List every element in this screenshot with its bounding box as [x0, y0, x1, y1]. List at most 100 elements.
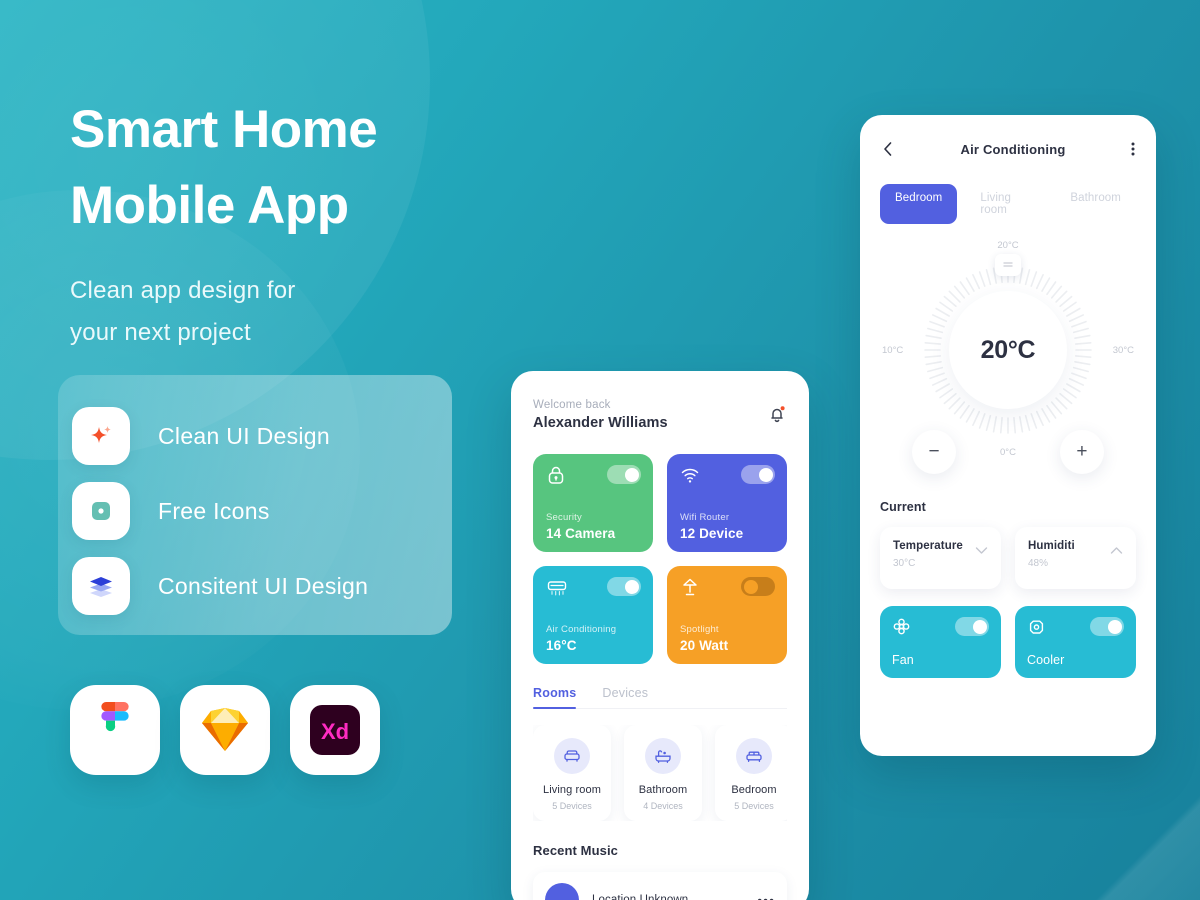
hero-subtitle-line-1: Clean app design for [70, 277, 296, 304]
current-card-humidity[interactable]: Humiditi 48% [1015, 527, 1136, 589]
device-card-security[interactable]: Security 14 Camera [533, 454, 653, 552]
appliance-toggle-fan[interactable] [955, 617, 989, 636]
adobe-xd-badge[interactable]: Xd [290, 685, 380, 775]
room-card-bathroom[interactable]: Bathroom 4 Devices [624, 725, 702, 821]
dial-label-zero: 0°C [1000, 446, 1016, 458]
user-name: Alexander Williams [533, 415, 668, 431]
page-title-line-1: Smart Home [70, 100, 378, 159]
temperature-increase-button[interactable]: + [1059, 430, 1104, 474]
lamp-icon [683, 578, 697, 596]
poster-canvas: Smart Home Mobile App Clean app design f… [0, 0, 1200, 900]
dial-center: 20°C [949, 291, 1067, 409]
square-dot-icon [72, 482, 130, 540]
room-name: Bedroom [731, 783, 777, 796]
room-card-living-room[interactable]: Living room 5 Devices [533, 725, 611, 821]
device-name: Air Conditioning [546, 624, 617, 635]
back-button[interactable] [880, 140, 896, 158]
tab-rooms[interactable]: Rooms [533, 686, 577, 709]
device-value: 14 Camera [546, 526, 616, 541]
appliance-card-fan[interactable]: Fan [880, 606, 1001, 678]
drag-handle-icon[interactable] [995, 254, 1021, 276]
device-card-spotlight[interactable]: Spotlight 20 Watt [667, 566, 787, 664]
home-tabs: Rooms Devices [533, 686, 787, 709]
design-tool-badges: Xd [70, 685, 380, 775]
sketch-badge[interactable] [180, 685, 270, 775]
phone-air-conditioning-screen: Air Conditioning Bedroom Living room Bat… [860, 115, 1156, 756]
room-device-count: 5 Devices [734, 800, 774, 811]
cooler-icon [1029, 620, 1044, 634]
reading-value: 30°C [893, 558, 916, 569]
appliance-name: Cooler [1027, 653, 1065, 667]
lock-icon [548, 466, 564, 484]
appliance-grid: Fan Cooler [880, 606, 1136, 678]
room-device-count: 5 Devices [552, 800, 592, 811]
overflow-menu-button[interactable] [1130, 140, 1136, 158]
chevron-up-icon[interactable] [1110, 546, 1123, 555]
hero-section: Smart Home Mobile App Clean app design f… [70, 92, 490, 354]
feature-item-free-icons: Free Icons [72, 480, 452, 542]
temperature-decrease-button[interactable]: − [912, 430, 956, 474]
sketch-logo-icon [202, 708, 248, 751]
dial-temperature-value: 20°C [980, 335, 1036, 364]
temperature-dial[interactable]: 20°C [920, 254, 1096, 438]
device-toggle-security[interactable] [607, 465, 641, 484]
room-chip-bathroom[interactable]: Bathroom [1055, 184, 1136, 224]
adobe-xd-logo-icon: Xd [310, 705, 360, 755]
dial-label-high: 30°C [1112, 345, 1134, 356]
layers-icon [72, 557, 130, 615]
room-card-bedroom[interactable]: Bedroom 5 Devices [715, 725, 787, 821]
temperature-stepper: − 0°C + [880, 430, 1136, 474]
music-list-item[interactable]: Location Unknown ••• [533, 872, 787, 900]
feature-item-label: Clean UI Design [158, 422, 330, 449]
current-card-temperature[interactable]: Temperature 30°C [880, 527, 1001, 589]
chevron-down-icon[interactable] [975, 546, 988, 555]
device-card-grid: Security 14 Camera Wifi Router 12 Device… [533, 454, 787, 664]
welcome-label: Welcome back [533, 399, 611, 411]
rooms-carousel[interactable]: Living room 5 Devices Bathroom 4 Devices [533, 725, 787, 821]
wifi-icon [681, 468, 699, 483]
background-corner-accent [1090, 790, 1200, 900]
bathtub-icon [645, 737, 681, 774]
sparkle-icon [72, 407, 130, 465]
room-chip-living-room[interactable]: Living room [965, 184, 1047, 224]
dial-label-max: 20°C [997, 240, 1019, 251]
room-chip-bedroom[interactable]: Bedroom [880, 184, 958, 224]
room-chip-row: Bedroom Living room Bathroom [880, 184, 1136, 224]
dial-label-min: 10°C [882, 345, 904, 356]
room-name: Bathroom [638, 783, 688, 796]
room-device-count: 4 Devices [643, 800, 683, 811]
svg-text:Xd: Xd [321, 719, 349, 744]
device-value: 12 Device [680, 526, 744, 541]
feature-item-clean-ui: Clean UI Design [72, 405, 452, 467]
temperature-dial-area: 20°C 10°C 30°C 20°C − 0°C + [880, 240, 1136, 474]
music-item-menu-icon[interactable]: ••• [757, 892, 775, 900]
device-toggle-spotlight[interactable] [741, 577, 775, 596]
figma-logo-icon [101, 702, 129, 732]
device-toggle-wifi-router[interactable] [741, 465, 775, 484]
appliance-card-cooler[interactable]: Cooler [1015, 606, 1136, 678]
reading-name: Temperature [893, 540, 963, 552]
device-toggle-air-conditioning[interactable] [607, 577, 641, 596]
page-title: Smart Home Mobile App [70, 92, 490, 244]
air-conditioner-icon [547, 581, 567, 596]
hero-subtitle: Clean app design for your next project [70, 270, 490, 354]
more-vertical-icon [1131, 142, 1135, 156]
ac-header: Air Conditioning [880, 140, 1136, 158]
device-value: 20 Watt [680, 638, 729, 653]
music-album-thumbnail [545, 883, 579, 900]
device-value: 16°C [546, 638, 577, 653]
device-name: Security [546, 512, 582, 523]
figma-badge[interactable] [70, 685, 160, 775]
fan-icon [893, 618, 910, 635]
ac-page-title: Air Conditioning [960, 141, 1066, 157]
hero-subtitle-line-2: your next project [70, 319, 251, 346]
notification-bell-button[interactable] [767, 403, 787, 424]
tab-devices[interactable]: Devices [602, 686, 648, 708]
recent-music-title: Recent Music [533, 843, 619, 858]
device-card-wifi-router[interactable]: Wifi Router 12 Device [667, 454, 787, 552]
home-header: Welcome back Alexander Williams [533, 399, 787, 431]
appliance-toggle-cooler[interactable] [1090, 617, 1124, 636]
feature-item-label: Free Icons [158, 497, 270, 524]
bed-icon [736, 737, 772, 774]
device-card-air-conditioning[interactable]: Air Conditioning 16°C [533, 566, 653, 664]
